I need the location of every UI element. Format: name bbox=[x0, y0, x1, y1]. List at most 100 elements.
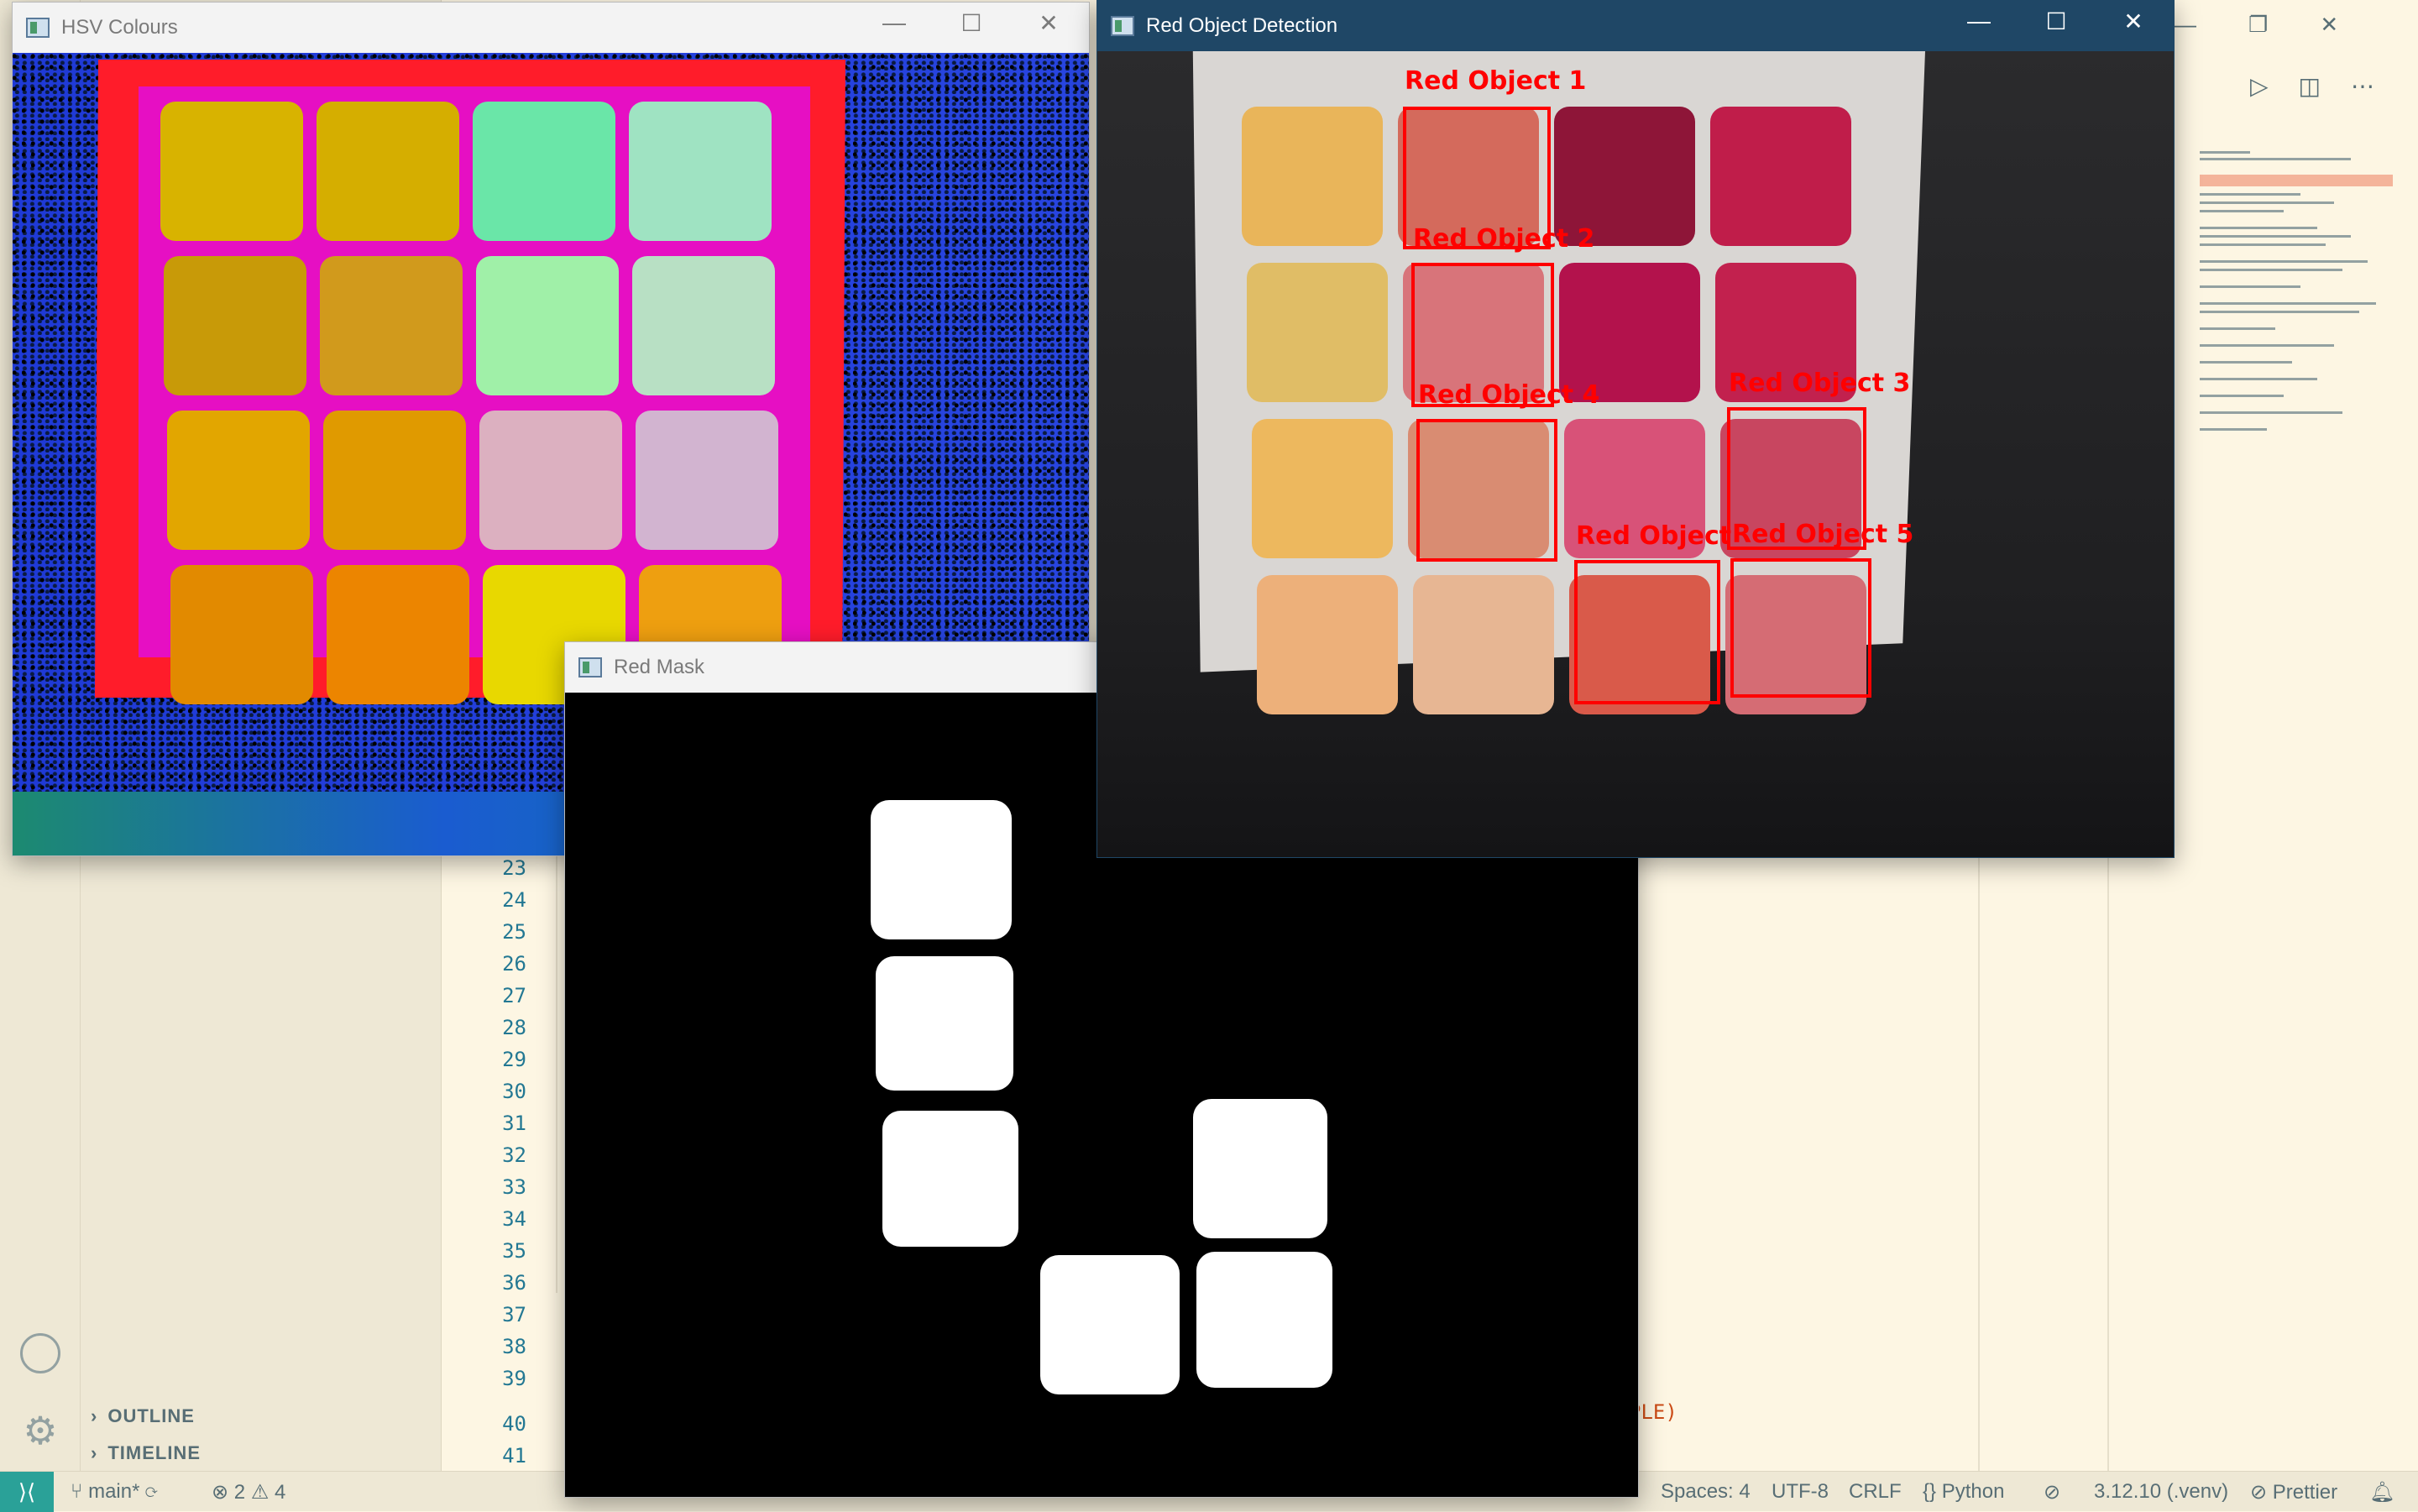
copilot-icon[interactable]: ⊘ bbox=[2044, 1480, 2060, 1504]
eol-status[interactable]: CRLF bbox=[1849, 1480, 1902, 1504]
outline-label: OUTLINE bbox=[107, 1405, 195, 1426]
mask-blob bbox=[876, 956, 1013, 1091]
remote-indicator-icon[interactable]: ⟩⟨ bbox=[0, 1472, 54, 1512]
hsv-swatch bbox=[629, 102, 772, 241]
maximize-icon[interactable]: ☐ bbox=[2039, 8, 2073, 35]
line-number: 27 bbox=[502, 984, 526, 1007]
git-branch-icon: ⑂ bbox=[71, 1480, 89, 1503]
restore-icon[interactable]: ❐ bbox=[2248, 12, 2268, 38]
line-number: 28 bbox=[502, 1016, 526, 1039]
line-number: 24 bbox=[502, 888, 526, 912]
hsv-swatch bbox=[160, 102, 303, 241]
minimap[interactable] bbox=[2191, 151, 2401, 504]
editor-actions: ▷ ◫ ⋯ bbox=[2250, 72, 2374, 100]
hsv-swatch bbox=[320, 256, 463, 395]
line-number: 26 bbox=[502, 952, 526, 976]
close-icon[interactable]: ✕ bbox=[2117, 8, 2150, 35]
colour-swatch bbox=[1413, 575, 1554, 714]
colour-swatch bbox=[1252, 419, 1393, 558]
hsv-swatch bbox=[170, 565, 313, 704]
line-number: 41 bbox=[502, 1444, 526, 1468]
sync-icon[interactable]: ⟳ bbox=[145, 1480, 157, 1503]
more-actions-icon[interactable]: ⋯ bbox=[2351, 72, 2374, 100]
line-number: 29 bbox=[502, 1048, 526, 1071]
minimize-icon[interactable]: — bbox=[877, 9, 911, 36]
error-icon: ⊗ bbox=[212, 1481, 234, 1504]
line-number: 36 bbox=[502, 1271, 526, 1295]
detection-box bbox=[1416, 419, 1557, 562]
detection-label: Red Object 4 bbox=[1418, 380, 1600, 410]
title-bar[interactable]: Red Object Detection — ☐ ✕ bbox=[1097, 1, 2174, 51]
hsv-swatch bbox=[327, 565, 469, 704]
line-number: 25 bbox=[502, 920, 526, 944]
window-title: Red Object Detection bbox=[1146, 14, 1338, 37]
mask-blob bbox=[1040, 1255, 1180, 1394]
hsv-swatch bbox=[164, 256, 306, 395]
opencv-app-icon bbox=[578, 657, 602, 678]
formatter-label: Prettier bbox=[2272, 1481, 2338, 1504]
line-number: 32 bbox=[502, 1143, 526, 1167]
line-number: 38 bbox=[502, 1335, 526, 1358]
title-bar[interactable]: HSV Colours — ☐ ✕ bbox=[13, 3, 1089, 53]
hsv-swatch bbox=[479, 411, 622, 550]
language-status[interactable]: {} Python bbox=[1923, 1480, 2004, 1504]
close-icon[interactable]: ✕ bbox=[1032, 9, 1065, 37]
hsv-swatch bbox=[167, 411, 310, 550]
indentation-status[interactable]: Spaces: 4 bbox=[1661, 1480, 1751, 1504]
hsv-swatch bbox=[476, 256, 619, 395]
line-number: 34 bbox=[502, 1207, 526, 1231]
line-number: 39 bbox=[502, 1367, 526, 1390]
hsv-swatch bbox=[473, 102, 615, 241]
red-object-detection-window[interactable]: Red Object Detection — ☐ ✕ Red Object 1 … bbox=[1096, 0, 2175, 858]
window-title: HSV Colours bbox=[61, 16, 178, 39]
timeline-panel-header[interactable]: › TIMELINE bbox=[91, 1436, 201, 1471]
line-number: 40 bbox=[502, 1412, 526, 1436]
detection-label: Red Object 5 bbox=[1732, 520, 1914, 549]
mask-blob bbox=[1193, 1099, 1327, 1238]
close-icon[interactable]: ✕ bbox=[2320, 12, 2338, 38]
minimize-icon[interactable]: — bbox=[1962, 8, 1996, 34]
line-number: 37 bbox=[502, 1303, 526, 1326]
detection-box bbox=[1730, 558, 1871, 698]
colour-swatch bbox=[1242, 107, 1383, 246]
line-number: 23 bbox=[502, 856, 526, 880]
problems-indicator[interactable]: ⊗ 2 ⚠ 4 bbox=[212, 1480, 285, 1504]
accounts-icon[interactable] bbox=[20, 1333, 60, 1373]
detection-label: Red Object bbox=[1576, 521, 1732, 551]
settings-gear-icon[interactable]: ⚙ bbox=[20, 1410, 60, 1451]
encoding-status[interactable]: UTF-8 bbox=[1772, 1480, 1829, 1504]
hsv-swatch bbox=[636, 411, 778, 550]
timeline-label: TIMELINE bbox=[107, 1442, 201, 1463]
split-editor-icon[interactable]: ◫ bbox=[2299, 72, 2321, 100]
warning-icon: ⚠ bbox=[250, 1481, 275, 1504]
hsv-swatch bbox=[317, 102, 459, 241]
line-number-gutter: 23 24 25 26 27 28 29 30 31 32 33 34 35 3… bbox=[442, 848, 543, 1471]
outline-panel-header[interactable]: › OUTLINE bbox=[91, 1399, 195, 1434]
line-number: 35 bbox=[502, 1239, 526, 1263]
hsv-swatch bbox=[323, 411, 466, 550]
formatter-status[interactable]: ⊘ Prettier bbox=[2250, 1480, 2337, 1504]
chevron-right-icon: › bbox=[91, 1442, 98, 1463]
maximize-icon[interactable]: ☐ bbox=[955, 9, 988, 37]
window-title: Red Mask bbox=[614, 656, 705, 678]
vscode-window-controls: — ❐ ✕ bbox=[2175, 12, 2338, 38]
mask-blob bbox=[882, 1111, 1018, 1247]
detection-label: Red Object 1 bbox=[1405, 66, 1587, 96]
run-python-icon[interactable]: ▷ bbox=[2250, 72, 2269, 100]
mask-blob bbox=[1196, 1252, 1332, 1388]
error-count: 2 bbox=[233, 1481, 246, 1504]
line-number: 31 bbox=[502, 1112, 526, 1135]
notifications-bell-icon[interactable]: 🔔︎ bbox=[2369, 1480, 2394, 1504]
detection-box bbox=[1574, 560, 1720, 704]
mask-blob bbox=[871, 800, 1012, 939]
line-number: 30 bbox=[502, 1080, 526, 1103]
colour-swatch bbox=[1710, 107, 1851, 246]
branch-name: main* bbox=[88, 1480, 140, 1503]
minimize-icon[interactable]: — bbox=[2175, 12, 2196, 38]
branch-indicator[interactable]: ⑂ main* ⟳ bbox=[71, 1480, 158, 1504]
prettier-icon: ⊘ bbox=[2250, 1481, 2273, 1504]
colour-swatch bbox=[1257, 575, 1398, 714]
opencv-app-icon bbox=[1111, 16, 1134, 36]
detection-label: Red Object 3 bbox=[1729, 369, 1911, 398]
interpreter-status[interactable]: 3.12.10 (.venv) bbox=[2094, 1480, 2228, 1504]
